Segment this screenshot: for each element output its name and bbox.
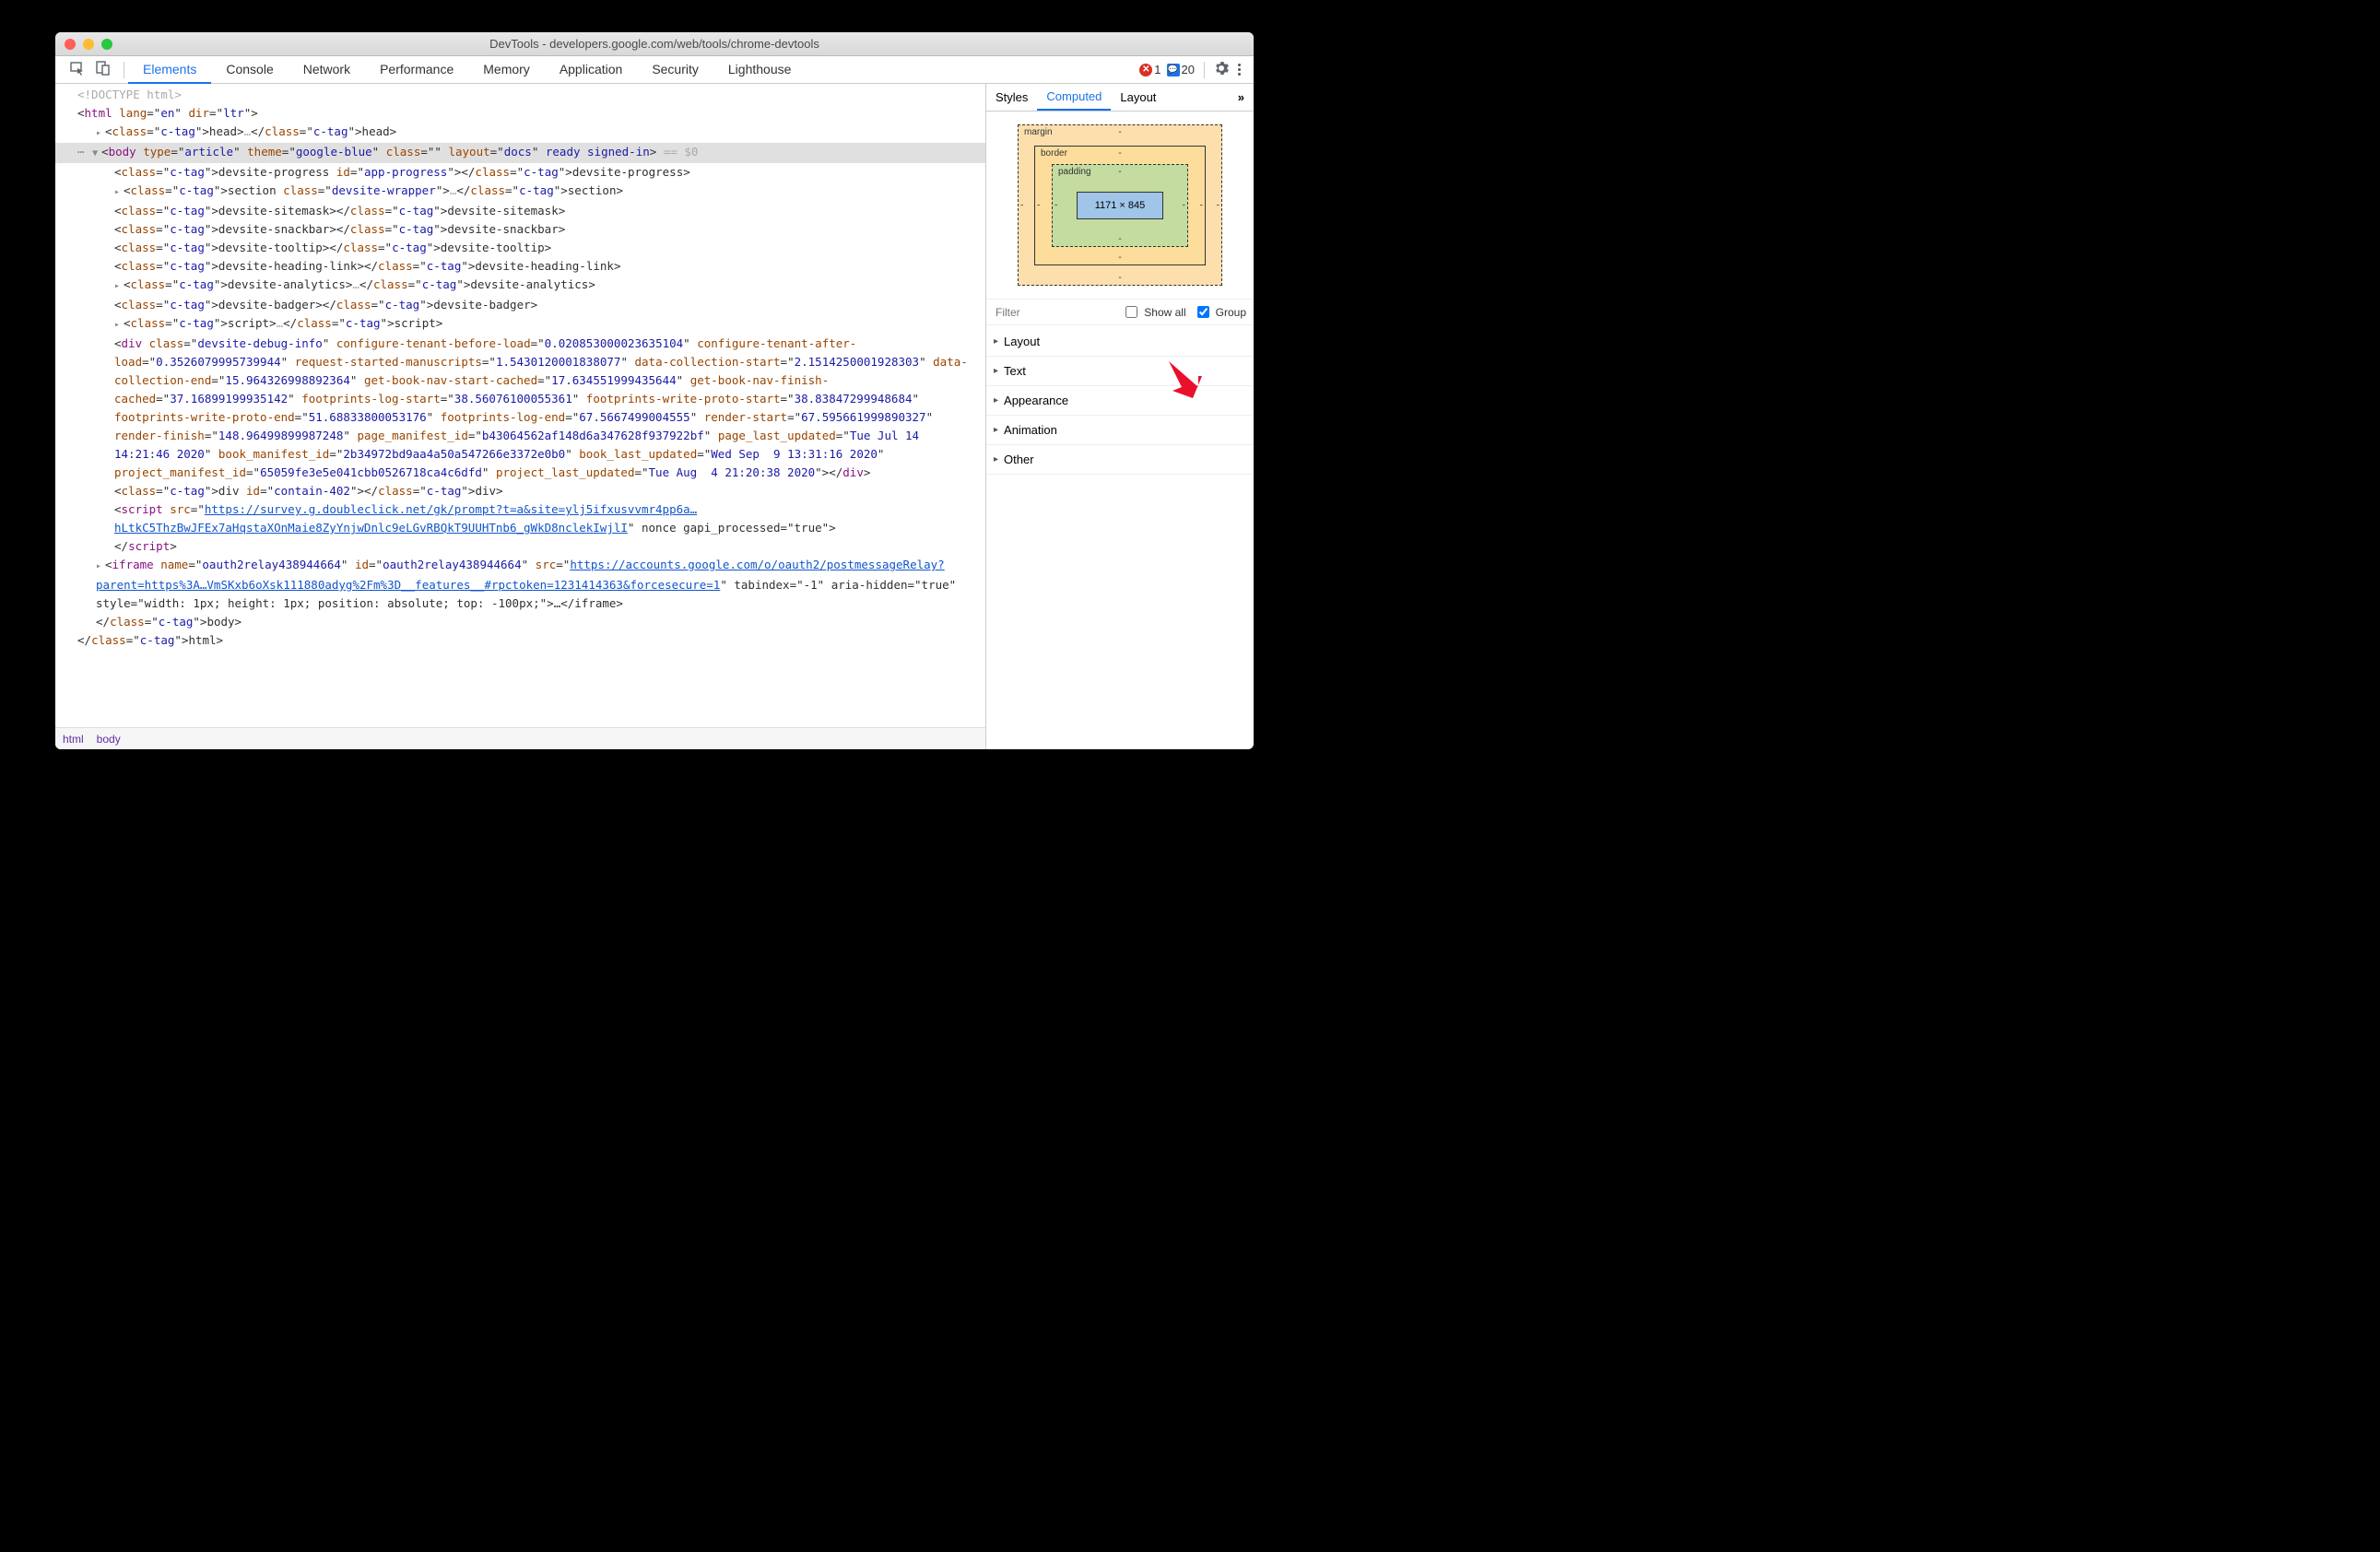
callout-arrow-icon bbox=[1165, 359, 1202, 403]
stab-computed[interactable]: Computed bbox=[1037, 84, 1111, 111]
error-count-value: 1 bbox=[1154, 63, 1161, 76]
message-count-value: 20 bbox=[1182, 63, 1195, 76]
crumb-body[interactable]: body bbox=[97, 733, 121, 746]
tab-security[interactable]: Security bbox=[637, 56, 713, 84]
tab-performance[interactable]: Performance bbox=[365, 56, 468, 84]
tab-memory[interactable]: Memory bbox=[468, 56, 545, 84]
group-appearance[interactable]: Appearance bbox=[986, 386, 1254, 416]
more-tabs-icon[interactable]: » bbox=[1229, 90, 1254, 104]
elements-pane: <!DOCTYPE html><html lang="en" dir="ltr"… bbox=[55, 84, 986, 749]
group-animation[interactable]: Animation bbox=[986, 416, 1254, 445]
tab-elements[interactable]: Elements bbox=[128, 56, 211, 84]
bm-padding-label: padding bbox=[1058, 167, 1091, 177]
showall-label: Show all bbox=[1144, 306, 1185, 319]
error-count[interactable]: ✕ 1 bbox=[1139, 63, 1161, 76]
titlebar: DevTools - developers.google.com/web/too… bbox=[55, 32, 1254, 56]
kebab-menu-icon[interactable] bbox=[1234, 64, 1244, 76]
gear-icon[interactable] bbox=[1214, 61, 1229, 78]
main-split: <!DOCTYPE html><html lang="en" dir="ltr"… bbox=[55, 84, 1254, 749]
zoom-icon[interactable] bbox=[101, 39, 112, 50]
bm-margin-label: margin bbox=[1024, 127, 1053, 137]
close-icon[interactable] bbox=[65, 39, 76, 50]
inspect-icon[interactable] bbox=[70, 61, 85, 78]
tab-console[interactable]: Console bbox=[211, 56, 288, 84]
window-title: DevTools - developers.google.com/web/too… bbox=[55, 37, 1254, 51]
message-icon: 💬 bbox=[1167, 64, 1180, 76]
main-toolbar: Elements Console Network Performance Mem… bbox=[55, 56, 1254, 84]
group-text[interactable]: Text bbox=[986, 357, 1254, 386]
group-other[interactable]: Other bbox=[986, 445, 1254, 475]
bm-border-label: border bbox=[1041, 148, 1067, 159]
sidebar: Styles Computed Layout » margin ---- bor… bbox=[986, 84, 1254, 749]
dom-tree[interactable]: <!DOCTYPE html><html lang="en" dir="ltr"… bbox=[55, 84, 985, 727]
tab-lighthouse[interactable]: Lighthouse bbox=[713, 56, 807, 84]
box-model[interactable]: margin ---- border ---- padding ---- 117… bbox=[986, 112, 1254, 299]
minimize-icon[interactable] bbox=[83, 39, 94, 50]
filter-row: Show all Group bbox=[986, 299, 1254, 325]
group-checkbox[interactable]: Group bbox=[1194, 303, 1246, 321]
panel-tabs: Elements Console Network Performance Mem… bbox=[128, 56, 806, 84]
showall-checkbox[interactable]: Show all bbox=[1122, 303, 1185, 321]
computed-groups: Layout Text Appearance Animation Other bbox=[986, 325, 1254, 476]
breadcrumb: html body bbox=[55, 727, 985, 749]
traffic-lights bbox=[55, 39, 112, 50]
group-layout[interactable]: Layout bbox=[986, 327, 1254, 357]
stab-styles[interactable]: Styles bbox=[986, 85, 1037, 110]
group-label: Group bbox=[1216, 306, 1246, 319]
error-icon: ✕ bbox=[1139, 64, 1152, 76]
message-count[interactable]: 💬 20 bbox=[1167, 63, 1195, 76]
sidebar-tabs: Styles Computed Layout » bbox=[986, 84, 1254, 112]
devtools-window: DevTools - developers.google.com/web/too… bbox=[55, 32, 1254, 749]
device-toggle-icon[interactable] bbox=[96, 61, 111, 78]
filter-input[interactable] bbox=[994, 305, 1040, 320]
tab-application[interactable]: Application bbox=[545, 56, 638, 84]
bm-content-dim: 1171 × 845 bbox=[1077, 192, 1163, 219]
crumb-html[interactable]: html bbox=[63, 733, 84, 746]
tab-network[interactable]: Network bbox=[289, 56, 365, 84]
stab-layout[interactable]: Layout bbox=[1111, 85, 1165, 110]
